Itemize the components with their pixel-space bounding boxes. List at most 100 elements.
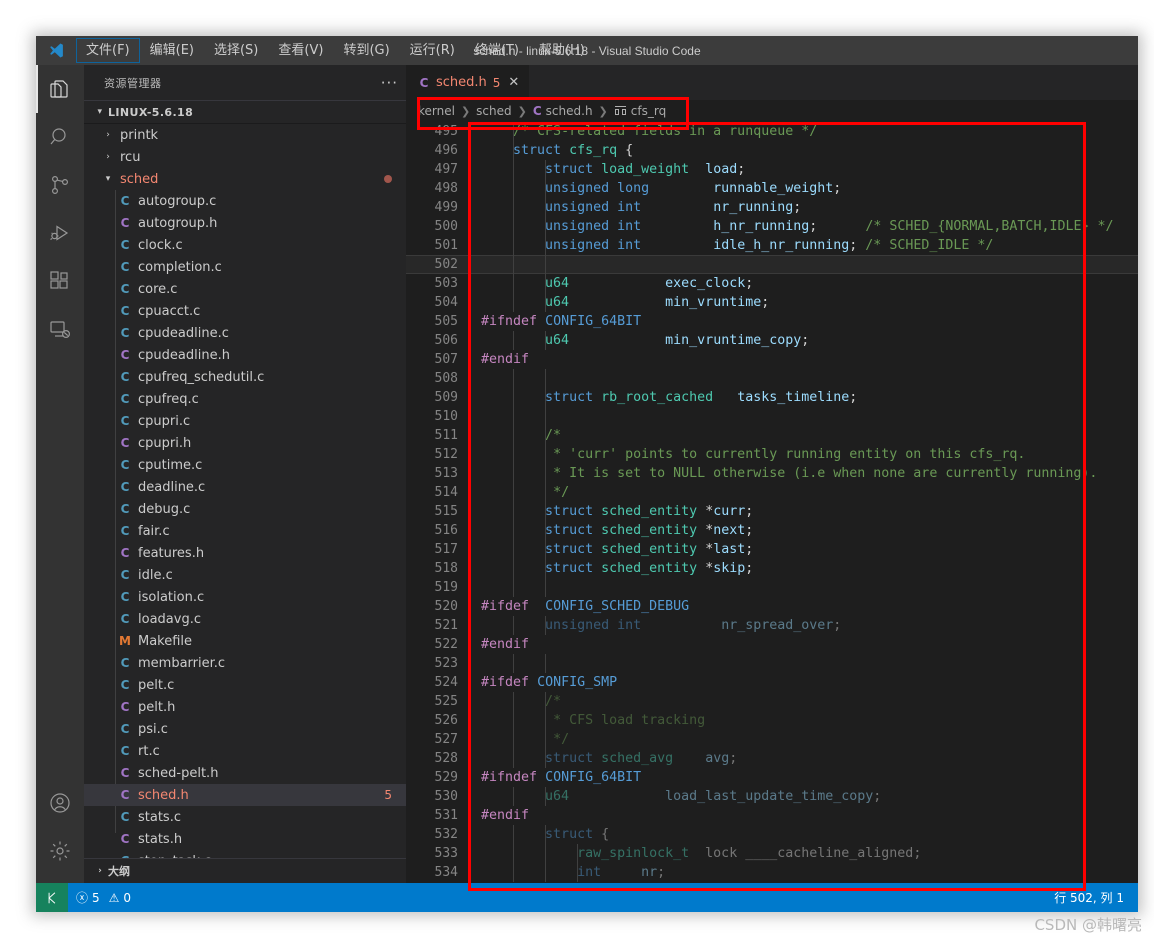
code-line[interactable]: 516 struct sched_entity *next; <box>406 521 1138 540</box>
activity-run-debug-icon[interactable] <box>36 209 84 257</box>
tab-close-icon[interactable]: ✕ <box>508 75 519 90</box>
code-line[interactable]: 522 #endif <box>406 635 1138 654</box>
outline-section-header[interactable]: › 大纲 <box>84 858 414 883</box>
menu-item-run[interactable]: 运行(R) <box>401 39 464 62</box>
remote-indicator-icon[interactable] <box>36 883 68 912</box>
menu-item-view[interactable]: 查看(V) <box>269 39 332 62</box>
activity-explorer-icon[interactable] <box>36 65 84 113</box>
tree-item-membarrier-c[interactable]: Cmembarrier.c <box>84 652 406 674</box>
tree-item-cpufreq-schedutil-c[interactable]: Ccpufreq_schedutil.c <box>84 366 406 388</box>
tree-item-makefile[interactable]: M Makefile <box>84 630 406 652</box>
code-line[interactable]: 496 struct cfs_rq { <box>406 141 1138 160</box>
chevron-down-icon[interactable]: ▾ <box>100 171 116 187</box>
code-line[interactable]: 501 unsigned int idle_h_nr_running; /* S… <box>406 236 1138 255</box>
activity-settings-gear-icon[interactable] <box>36 827 84 875</box>
explorer-more-actions-icon[interactable]: ··· <box>381 74 398 92</box>
tree-item-deadline-c[interactable]: Cdeadline.c <box>84 476 406 498</box>
tree-item-autogroup-h[interactable]: Cautogroup.h <box>84 212 406 234</box>
breadcrumb-item-symbol[interactable]: cfs_rq <box>631 104 666 118</box>
tree-item-sched[interactable]: ▾ sched <box>84 168 406 190</box>
code-line[interactable]: 531 #endif <box>406 806 1138 825</box>
tree-item-psi-c[interactable]: Cpsi.c <box>84 718 406 740</box>
activity-search-icon[interactable] <box>36 113 84 161</box>
menu-item-selection[interactable]: 选择(S) <box>205 39 267 62</box>
activity-source-control-icon[interactable] <box>36 161 84 209</box>
tree-item-autogroup-c[interactable]: Cautogroup.c <box>84 190 406 212</box>
tree-item-debug-c[interactable]: Cdebug.c <box>84 498 406 520</box>
tree-item-cpudeadline-c[interactable]: Ccpudeadline.c <box>84 322 406 344</box>
breadcrumb-item-sched[interactable]: sched <box>476 104 511 118</box>
code-line[interactable]: 524 #ifdef CONFIG_SMP <box>406 673 1138 692</box>
breadcrumb-item-file[interactable]: sched.h <box>546 104 593 118</box>
tree-item-idle-c[interactable]: Cidle.c <box>84 564 406 586</box>
tree-item-clock-c[interactable]: Cclock.c <box>84 234 406 256</box>
code-line[interactable]: 497 struct load_weight load; <box>406 160 1138 179</box>
tree-item-rcu[interactable]: › rcu <box>84 146 406 168</box>
code-line[interactable]: 528 struct sched_avg avg; <box>406 749 1138 768</box>
code-line[interactable]: 529 #ifndef CONFIG_64BIT <box>406 768 1138 787</box>
code-editor[interactable]: 495 /* CFS-related fields in a runqueue … <box>406 122 1138 883</box>
tree-item-loadavg-c[interactable]: Cloadavg.c <box>84 608 406 630</box>
code-line[interactable]: 527 */ <box>406 730 1138 749</box>
code-line[interactable]: 518 struct sched_entity *skip; <box>406 559 1138 578</box>
code-line[interactable]: 515 struct sched_entity *curr; <box>406 502 1138 521</box>
breadcrumb-item-kernel[interactable]: kernel <box>418 104 455 118</box>
tree-item-stats-h[interactable]: Cstats.h <box>84 828 406 850</box>
problems-status-item[interactable]: ⓧ 5 ⚠ 0 <box>68 883 139 912</box>
tree-item-printk[interactable]: › printk <box>84 124 406 146</box>
tree-item-pelt-h[interactable]: Cpelt.h <box>84 696 406 718</box>
code-line[interactable]: 523 <box>406 654 1138 673</box>
tree-item-core-c[interactable]: Ccore.c <box>84 278 406 300</box>
tree-item-features-h[interactable]: Cfeatures.h <box>84 542 406 564</box>
tab-sched-h[interactable]: C sched.h 5 ✕ <box>406 65 531 100</box>
code-line[interactable]: 532 struct { <box>406 825 1138 844</box>
code-line[interactable]: 498 unsigned long runnable_weight; <box>406 179 1138 198</box>
code-line[interactable]: 511 /* <box>406 426 1138 445</box>
tree-item-cputime-c[interactable]: Ccputime.c <box>84 454 406 476</box>
root-folder-row[interactable]: ▾ LINUX-5.6.18 <box>84 100 406 124</box>
activity-extensions-icon[interactable] <box>36 257 84 305</box>
tree-item-cpuacct-c[interactable]: Ccpuacct.c <box>84 300 406 322</box>
tree-item-fair-c[interactable]: Cfair.c <box>84 520 406 542</box>
activity-remote-explorer-icon[interactable] <box>36 305 84 353</box>
tree-item-sched-pelt-h[interactable]: Csched-pelt.h <box>84 762 406 784</box>
code-line[interactable]: 525 /* <box>406 692 1138 711</box>
tree-item-sched-h[interactable]: Csched.h 5 <box>84 784 406 806</box>
code-line[interactable]: 526 * CFS load tracking <box>406 711 1138 730</box>
tree-item-cpupri-c[interactable]: Ccpupri.c <box>84 410 406 432</box>
code-line[interactable]: 514 */ <box>406 483 1138 502</box>
tree-item-cpupri-h[interactable]: Ccpupri.h <box>84 432 406 454</box>
menu-item-terminal[interactable]: 终端(T) <box>466 39 528 62</box>
code-line[interactable]: 505 #ifndef CONFIG_64BIT <box>406 312 1138 331</box>
tree-item-rt-c[interactable]: Crt.c <box>84 740 406 762</box>
code-line[interactable]: 504 u64 min_vruntime; <box>406 293 1138 312</box>
tree-item-isolation-c[interactable]: Cisolation.c <box>84 586 406 608</box>
code-line[interactable]: 495 /* CFS-related fields in a runqueue … <box>406 122 1138 141</box>
code-line[interactable]: 499 unsigned int nr_running; <box>406 198 1138 217</box>
code-line[interactable]: 507 #endif <box>406 350 1138 369</box>
code-line[interactable]: 533 raw_spinlock_t lock ____cacheline_al… <box>406 844 1138 863</box>
code-line[interactable]: 534 int nr; <box>406 863 1138 882</box>
code-line[interactable]: 509 struct rb_root_cached tasks_timeline… <box>406 388 1138 407</box>
tree-item-cpufreq-c[interactable]: Ccpufreq.c <box>84 388 406 410</box>
chevron-right-icon[interactable]: › <box>100 149 116 165</box>
code-line[interactable]: 500 unsigned int h_nr_running; /* SCHED_… <box>406 217 1138 236</box>
code-line[interactable]: 506 u64 min_vruntime_copy; <box>406 331 1138 350</box>
code-line[interactable]: 521 unsigned int nr_spread_over; <box>406 616 1138 635</box>
tree-item-cpudeadline-h[interactable]: Ccpudeadline.h <box>84 344 406 366</box>
code-line[interactable]: 530 u64 load_last_update_time_copy; <box>406 787 1138 806</box>
code-line[interactable]: 519 <box>406 578 1138 597</box>
tree-item-pelt-c[interactable]: Cpelt.c <box>84 674 406 696</box>
menu-item-file[interactable]: 文件(F) <box>76 38 140 63</box>
tree-item-completion-c[interactable]: Ccompletion.c <box>84 256 406 278</box>
tree-item-stats-c[interactable]: Cstats.c <box>84 806 406 828</box>
breadcrumb[interactable]: kernel ❯ sched ❯ C sched.h ❯ cfs_rq <box>406 100 1138 122</box>
code-line[interactable]: 517 struct sched_entity *last; <box>406 540 1138 559</box>
activity-account-icon[interactable] <box>36 779 84 827</box>
code-line[interactable]: 520 #ifdef CONFIG_SCHED_DEBUG <box>406 597 1138 616</box>
code-line[interactable]: 513 * It is set to NULL otherwise (i.e w… <box>406 464 1138 483</box>
menu-item-help[interactable]: 帮助(H) <box>530 39 594 62</box>
chevron-right-icon[interactable]: › <box>100 127 116 143</box>
file-tree[interactable]: › printk › rcu ▾ sched Cautogroup.c Cautogroup.… <box>84 124 406 859</box>
menu-bar[interactable]: 文件(F) 编辑(E) 选择(S) 查看(V) 转到(G) 运行(R) 终端(T… <box>76 36 595 65</box>
